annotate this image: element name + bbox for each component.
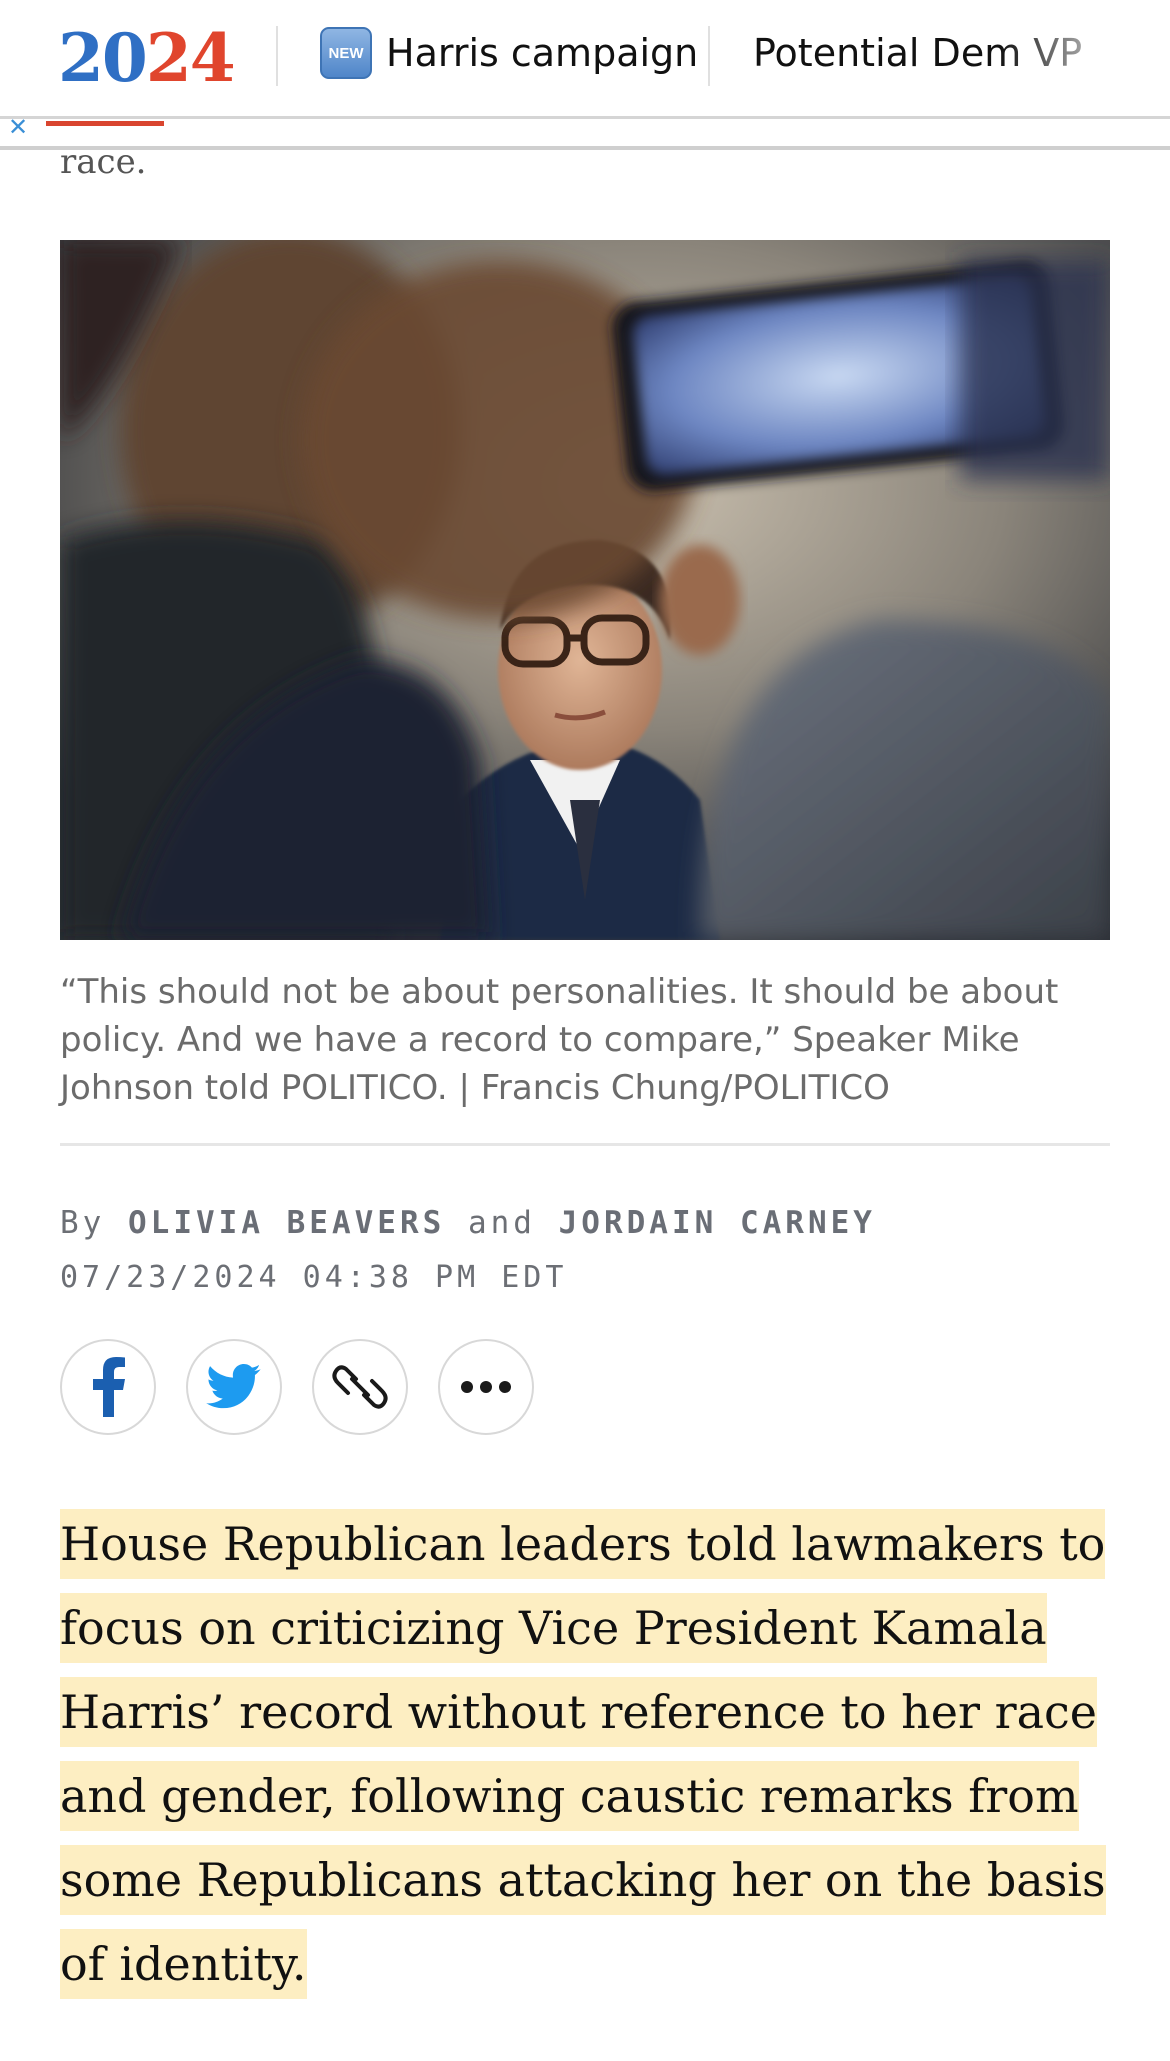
- close-icon[interactable]: ✕: [8, 113, 28, 141]
- nav-item-label: Harris campaign: [386, 31, 699, 75]
- more-options-button[interactable]: [438, 1339, 534, 1435]
- byline-prefix: By: [60, 1205, 106, 1241]
- photo-caption: “This should not be about personalities.…: [60, 972, 1059, 1108]
- previous-paragraph-fragment: race.: [60, 142, 147, 182]
- more-icon: [461, 1381, 511, 1393]
- highlighted-lede-text: House Republican leaders told lawmakers …: [60, 1509, 1106, 1999]
- share-facebook-button[interactable]: [60, 1339, 156, 1435]
- photo-speaker-johnson-in-crowd: [60, 240, 1110, 940]
- byline: By OLIVIA BEAVERS and JORDAIN CARNEY: [60, 1205, 876, 1241]
- logo-digits-20: 20: [58, 19, 148, 97]
- share-twitter-button[interactable]: [186, 1339, 282, 1435]
- top-nav-bar: 2024 NEW Harris campaign Potential Dem V…: [0, 0, 1170, 116]
- nav-scroll-fade: [1000, 0, 1170, 116]
- copy-link-button[interactable]: [312, 1339, 408, 1435]
- publish-timestamp: 07/23/2024 04:38 PM EDT: [60, 1260, 568, 1295]
- nav-item-harris-campaign[interactable]: NEW Harris campaign: [320, 22, 698, 84]
- nav-divider: [708, 26, 710, 86]
- article-photo[interactable]: [60, 240, 1110, 940]
- collapsed-banner-strip: ✕: [0, 113, 1170, 150]
- author-link-jordain-carney[interactable]: JORDAIN CARNEY: [559, 1205, 876, 1241]
- new-badge-icon: NEW: [320, 27, 372, 79]
- byline-joiner: and: [467, 1205, 536, 1241]
- caption-divider: [60, 1143, 1110, 1146]
- twitter-icon: [206, 1364, 261, 1409]
- logo-digit-2: 2: [145, 19, 192, 97]
- nav-divider: [276, 26, 278, 86]
- link-icon: [332, 1365, 388, 1409]
- facebook-icon: [93, 1357, 125, 1417]
- election-2024-logo[interactable]: 2024: [58, 18, 236, 98]
- author-link-olivia-beavers[interactable]: OLIVIA BEAVERS: [128, 1205, 445, 1241]
- reading-progress-bar: [46, 121, 164, 126]
- logo-digit-4: 4: [189, 19, 236, 97]
- article-lede-paragraph: House Republican leaders told lawmakers …: [60, 1502, 1110, 2006]
